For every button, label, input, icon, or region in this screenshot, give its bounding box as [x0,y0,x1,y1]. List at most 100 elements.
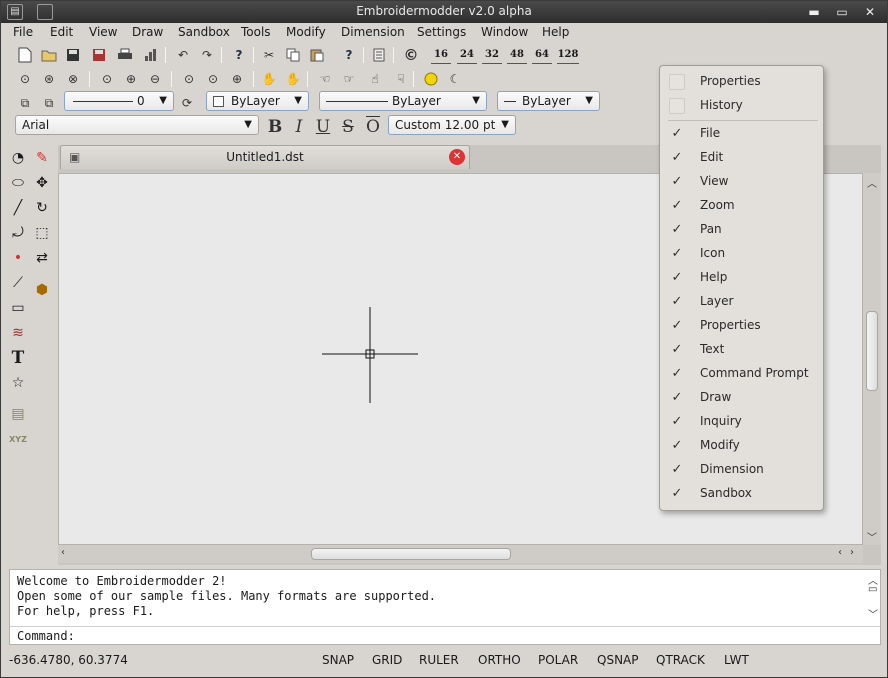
icon-size-128[interactable]: 128 [557,46,579,64]
menu-view[interactable]: View [89,25,117,39]
document-tab[interactable]: ▣ Untitled1.dst ✕ [60,145,470,169]
menu-item-file[interactable]: ✓ File [660,122,823,146]
layer-previous-icon[interactable]: ⟳ [177,93,197,113]
layer-select[interactable]: 0 ▼ [64,91,174,111]
satin-icon[interactable]: ≋ [7,322,29,344]
menu-item-icon[interactable]: ✓ Icon [660,242,823,266]
point-icon[interactable]: • [7,247,29,269]
horizontal-scroll-thumb[interactable] [311,548,511,560]
pan-left-icon[interactable]: ☜ [315,69,335,89]
menu-item-zoom[interactable]: ✓ Zoom [660,194,823,218]
snap-toggle[interactable]: SNAP [322,653,354,667]
menu-item-dimension[interactable]: ✓ Dimension [660,458,823,482]
menu-file[interactable]: File [13,25,33,39]
layers-icon[interactable]: ⧉ [39,93,59,113]
scroll-thumb[interactable]: ▭ [868,584,877,595]
zoom-dynamic-icon[interactable]: ⊛ [39,69,59,89]
pan-up-icon[interactable]: ☝ [365,69,385,89]
linetype-select[interactable]: ByLayer ▼ [319,91,487,111]
zoom-window-icon[interactable]: ⊙ [15,69,35,89]
make-layer-current-icon[interactable]: ⧉ [15,93,35,113]
scroll-right-icon[interactable]: › [850,547,854,558]
paint-icon[interactable]: ✎ [31,147,53,169]
move-icon[interactable]: ✥ [31,172,53,194]
menu-edit[interactable]: Edit [50,25,73,39]
menu-item-view[interactable]: ✓ View [660,170,823,194]
line-icon[interactable]: ╱ [7,197,29,219]
mirror-icon[interactable]: ⇄ [31,247,53,269]
star-icon[interactable]: ☆ [7,372,29,394]
menu-draw[interactable]: Draw [132,25,163,39]
pan-point-icon[interactable]: ✋ [283,69,303,89]
menu-window[interactable]: Window [481,25,528,39]
menu-dimension[interactable]: Dimension [341,25,405,39]
menu-sandbox[interactable]: Sandbox [178,25,230,39]
polyline-icon[interactable]: ⟋ [7,272,29,294]
ortho-toggle[interactable]: ORTHO [478,653,521,667]
night-icon[interactable]: ☾ [445,69,465,89]
grid-toggle[interactable]: GRID [372,653,402,667]
print-icon[interactable] [115,45,135,65]
zoom-scale-icon[interactable]: ⊗ [63,69,83,89]
design-details-icon[interactable] [141,45,161,65]
font-size-select[interactable]: Custom 12.00 pt ▼ [388,115,516,135]
italic-button[interactable]: I [289,117,309,137]
qtrack-toggle[interactable]: QTRACK [656,653,705,667]
text-icon[interactable]: T [7,347,29,369]
rectangle-icon[interactable]: ▭ [7,297,29,319]
menu-item-modify[interactable]: ✓ Modify [660,434,823,458]
menu-item-edit[interactable]: ✓ Edit [660,146,823,170]
close-tab-icon[interactable]: ✕ [449,149,465,165]
menu-settings[interactable]: Settings [417,25,466,39]
checkbox[interactable] [669,98,685,114]
zoom-extents-icon[interactable]: ⊕ [227,69,247,89]
menu-item-help[interactable]: ✓ Help [660,266,823,290]
whats-this-icon[interactable]: ? [229,45,249,65]
zoom-all-icon[interactable]: ⊙ [203,69,223,89]
menu-item-layer[interactable]: ✓ Layer [660,290,823,314]
script-icon[interactable] [369,45,389,65]
scroll-down-icon[interactable]: ﹀ [868,606,878,621]
qsnap-toggle[interactable]: QSNAP [597,653,638,667]
rotate-icon[interactable]: ↻ [31,197,53,219]
about-icon[interactable]: © [401,45,421,65]
undo-icon[interactable]: ↶ [173,45,193,65]
ellipse-icon[interactable]: ⬭ [7,172,29,194]
open-folder-icon[interactable] [39,45,59,65]
vertical-scroll-thumb[interactable] [866,311,878,391]
day-icon[interactable] [421,69,441,89]
paste-icon[interactable] [307,45,327,65]
pan-realtime-icon[interactable]: ✋ [259,69,279,89]
icon-size-24[interactable]: 24 [457,46,477,64]
color-select[interactable]: ByLayer ▼ [206,91,309,111]
menu-item-pan[interactable]: ✓ Pan [660,218,823,242]
copy-icon[interactable] [283,45,303,65]
menu-item-command-prompt[interactable]: ✓ Command Prompt [660,362,823,386]
menu-tools[interactable]: Tools [241,25,271,39]
lineweight-select[interactable]: ByLayer ▼ [497,91,600,111]
scale-icon[interactable]: ⬚ [31,222,53,244]
horizontal-scrollbar[interactable]: ‹ ‹ › [58,545,863,563]
minimize-button[interactable]: ▬ [805,4,823,20]
scroll-left-icon[interactable]: ‹ [838,547,842,558]
vertical-scrollbar[interactable]: ︿ ﹀ [863,173,881,545]
menu-item-properties-dock[interactable]: Properties [660,70,823,94]
distance-icon[interactable]: ▤ [7,403,29,425]
bold-button[interactable]: B [265,117,285,137]
zoom-in-icon[interactable]: ⊕ [121,69,141,89]
icon-size-16[interactable]: 16 [431,46,451,64]
zoom-center-icon[interactable]: ⊙ [97,69,117,89]
menu-item-sandbox[interactable]: ✓ Sandbox [660,482,823,506]
menu-item-draw[interactable]: ✓ Draw [660,386,823,410]
command-input[interactable]: Command: [17,629,75,643]
ruler-toggle[interactable]: RULER [419,653,459,667]
pan-right-icon[interactable]: ☞ [339,69,359,89]
strikethrough-button[interactable]: S [338,117,358,137]
redo-icon[interactable]: ↷ [197,45,217,65]
menu-modify[interactable]: Modify [286,25,326,39]
menu-item-inquiry[interactable]: ✓ Inquiry [660,410,823,434]
locate-point-icon[interactable]: XYZ [7,428,29,450]
menu-item-text[interactable]: ✓ Text [660,338,823,362]
checkbox[interactable] [669,74,685,90]
menu-item-properties[interactable]: ✓ Properties [660,314,823,338]
